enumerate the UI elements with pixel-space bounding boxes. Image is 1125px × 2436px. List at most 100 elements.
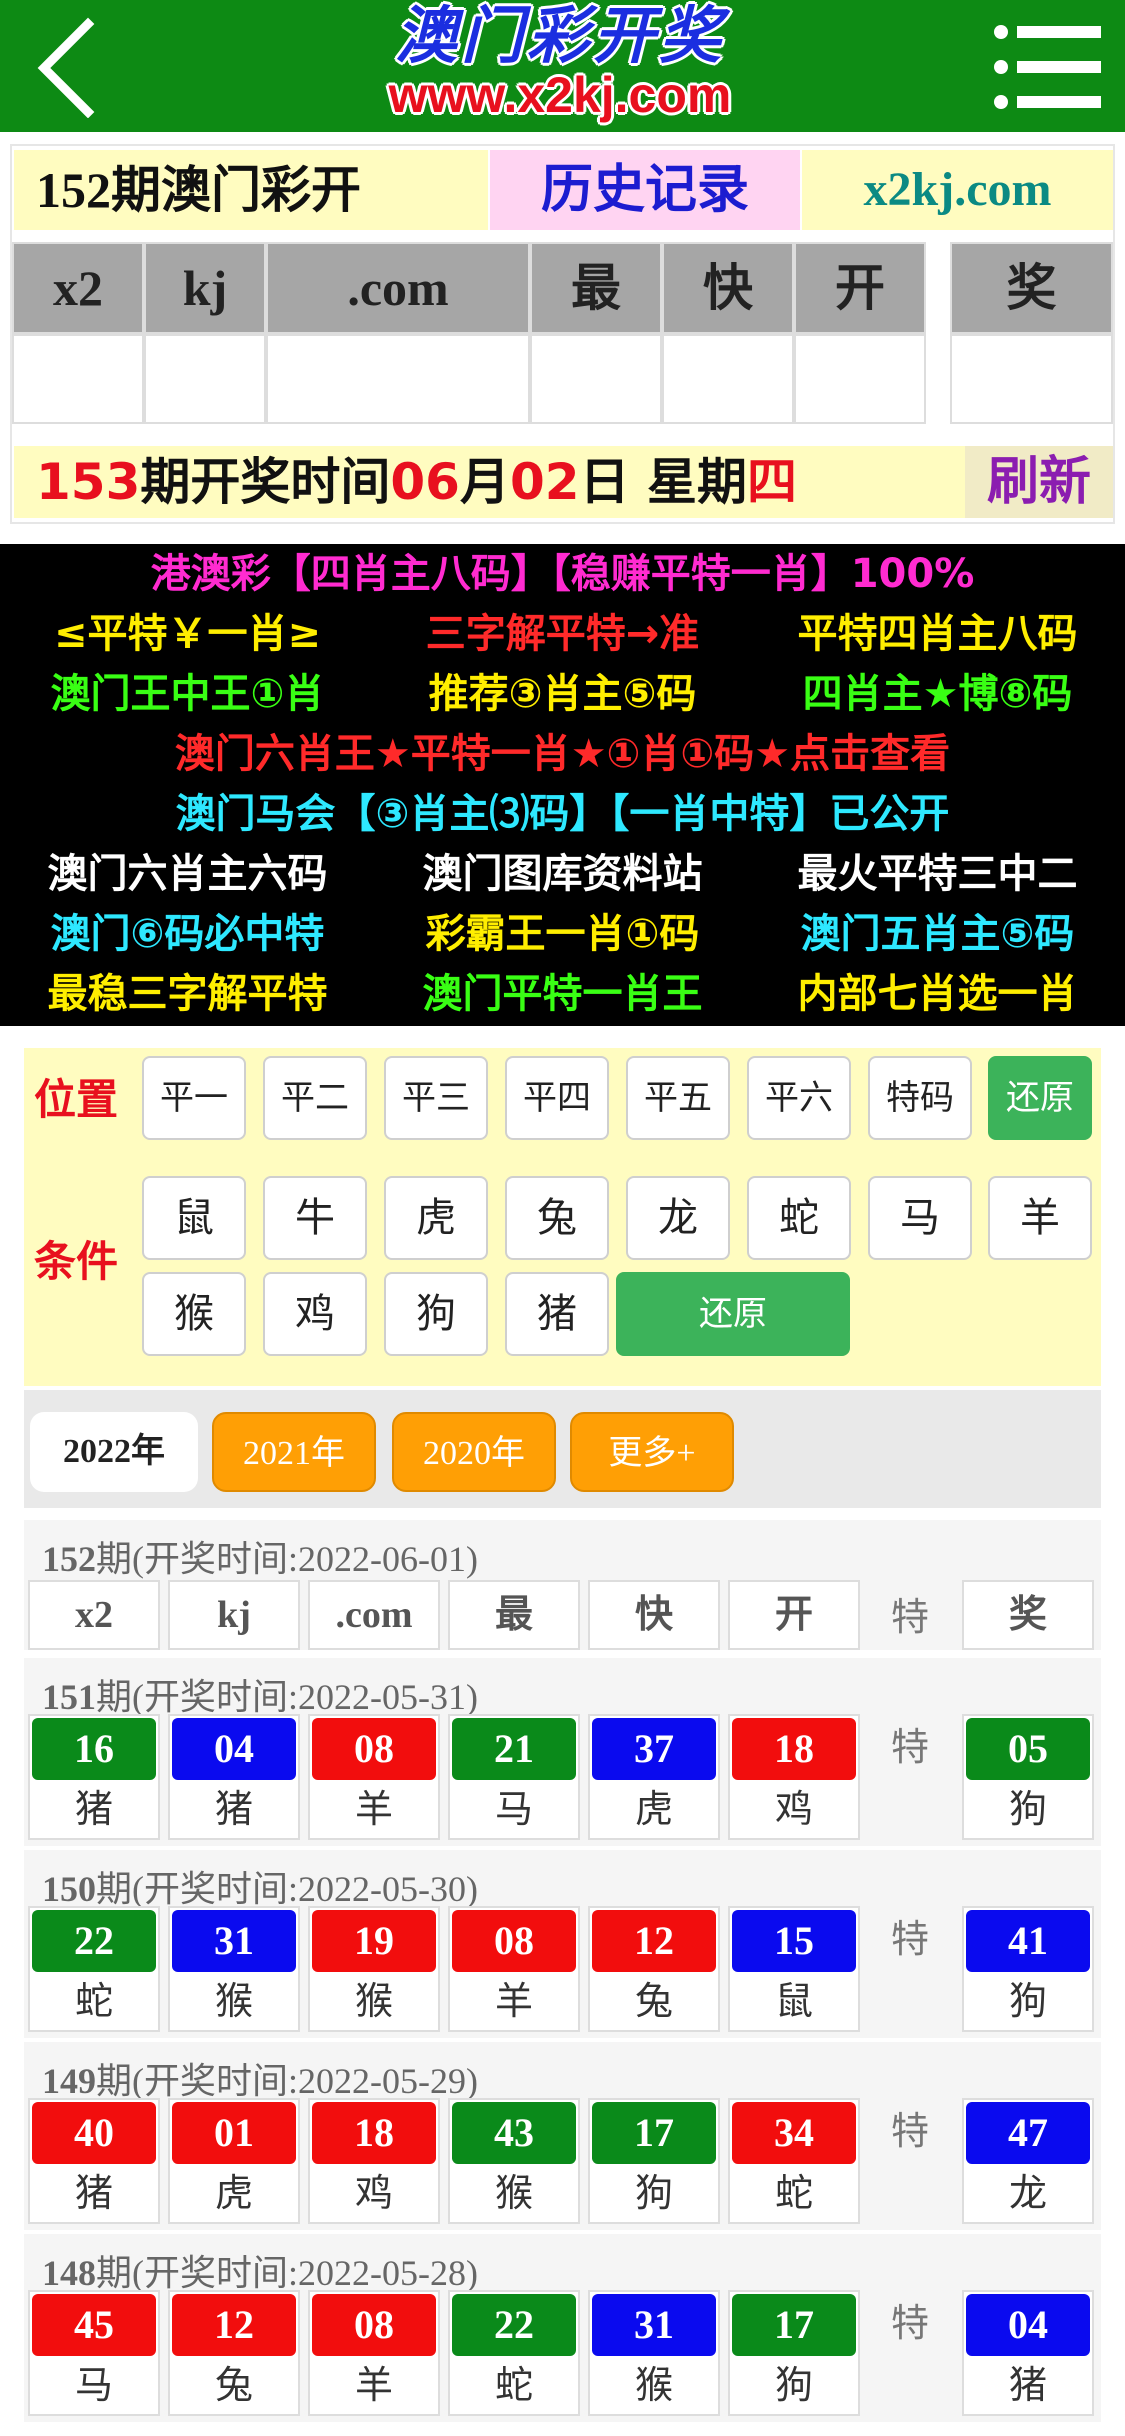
draw-record-title: 149期(开奖时间:2022-05-29) — [42, 2052, 478, 2104]
promo-link[interactable]: 澳门五肖主⑤码 — [750, 904, 1125, 964]
promo-link[interactable]: ≤平特￥一肖≥ — [0, 604, 375, 664]
promo-link[interactable]: 彩霸王一肖①码 — [375, 904, 750, 964]
position-reset-button[interactable]: 还原 — [988, 1056, 1092, 1140]
position-button[interactable]: 平三 — [384, 1056, 488, 1140]
draw-record-title: 148期(开奖时间:2022-05-28) — [42, 2244, 478, 2296]
tab-2021[interactable]: 2021年 — [212, 1412, 376, 1492]
draw-record: 150期(开奖时间:2022-05-30) 22 蛇 31 猴 19 猴 08 羊 12 兔 15 鼠 特… — [24, 1850, 1101, 2038]
zodiac-button[interactable]: 狗 — [384, 1272, 488, 1356]
zodiac-animal: 兔 — [214, 2363, 253, 2407]
zodiac-animal: 狗 — [1008, 1787, 1047, 1831]
position-button[interactable]: 平六 — [747, 1056, 851, 1140]
zodiac-animal: 猴 — [354, 1979, 393, 2023]
promo-link[interactable]: 澳门⑥码必中特 — [0, 904, 375, 964]
ball-cell: 22 蛇 — [28, 1906, 160, 2032]
number-ball: 22 — [32, 1910, 156, 1972]
promo-link[interactable]: 澳门平特一肖王 — [375, 964, 750, 1024]
zodiac-button[interactable]: 蛇 — [747, 1176, 851, 1260]
zodiac-button[interactable]: 鸡 — [263, 1272, 367, 1356]
zodiac-animal: 马 — [74, 2363, 113, 2407]
zodiac-animal: 鼠 — [774, 1979, 813, 2023]
number-ball: 21 — [452, 1718, 576, 1780]
zodiac-button[interactable]: 猴 — [142, 1272, 246, 1356]
zodiac-button[interactable]: 兔 — [505, 1176, 609, 1260]
number-ball: 19 — [312, 1910, 436, 1972]
ball-slot — [266, 334, 530, 424]
zodiac-animal: 猪 — [214, 1787, 253, 1831]
site-link[interactable]: x2kj.com — [802, 150, 1113, 230]
zodiac-button[interactable]: 牛 — [263, 1176, 367, 1260]
number-ball: 04 — [172, 1718, 296, 1780]
promo-link[interactable]: 内部七肖选一肖 — [750, 964, 1125, 1024]
ball-header: 开 — [794, 242, 926, 334]
ball-cell: 08 羊 — [308, 2290, 440, 2416]
draw-record-title: 152期(开奖时间:2022-06-01) — [42, 1530, 478, 1582]
zodiac-button[interactable]: 鼠 — [142, 1176, 246, 1260]
promo-link[interactable]: 澳门六肖王★平特一肖★①肖①码★点击查看 — [0, 724, 1125, 784]
result-title-row: 152期澳门彩开 历史记录 x2kj.com — [14, 150, 1113, 230]
promo-link[interactable]: 最火平特三中二 — [750, 844, 1125, 904]
ball-header: 快 — [662, 242, 794, 334]
promo-link[interactable]: 澳门马会【③肖主⑶码】【一肖中特】已公开 — [0, 784, 1125, 844]
promo-link[interactable]: 澳门六肖主六码 — [0, 844, 375, 904]
promo-link[interactable]: 平特四肖主八码 — [750, 604, 1125, 664]
promo-link[interactable]: 最稳三字解平特 — [0, 964, 375, 1024]
zodiac-button[interactable]: 虎 — [384, 1176, 488, 1260]
next-issue: 153 — [36, 453, 141, 511]
draw-issue: 152 — [42, 1539, 96, 1579]
tab-2022[interactable]: 2022年 — [30, 1412, 198, 1492]
column-header: 最 — [448, 1580, 580, 1650]
position-button[interactable]: 平一 — [142, 1056, 246, 1140]
number-ball: 08 — [312, 2294, 436, 2356]
number-ball: 17 — [732, 2294, 856, 2356]
number-ball: 22 — [452, 2294, 576, 2356]
ball-slot — [144, 334, 266, 424]
special-label: 特 — [890, 1595, 929, 1639]
ball-cell: 18 鸡 — [728, 1714, 860, 1840]
history-link[interactable]: 历史记录 — [490, 150, 800, 230]
position-button[interactable]: 平四 — [505, 1056, 609, 1140]
promo-link[interactable]: 港澳彩【四肖主八码】【稳赚平特一肖】100% — [0, 544, 1125, 604]
latest-result-panel: 152期澳门彩开 历史记录 x2kj.com x2 kj .com 最 快 开 … — [10, 144, 1115, 524]
condition-reset-button[interactable]: 还原 — [616, 1272, 850, 1356]
ball-slot — [12, 334, 144, 424]
column-header: .com — [308, 1580, 440, 1650]
zodiac-button[interactable]: 龙 — [626, 1176, 730, 1260]
back-arrow-icon[interactable] — [28, 14, 108, 119]
tab-2020[interactable]: 2020年 — [392, 1412, 556, 1492]
number-ball: 17 — [592, 2102, 716, 2164]
promo-link[interactable]: 四肖主★博⑧码 — [750, 664, 1125, 724]
zodiac-button[interactable]: 羊 — [988, 1176, 1092, 1260]
promo-link[interactable]: 推荐③肖主⑤码 — [375, 664, 750, 724]
promo-link[interactable]: 三字解平特→准 — [375, 604, 750, 664]
position-button[interactable]: 平二 — [263, 1056, 367, 1140]
ball-slot — [662, 334, 794, 424]
column-header: 快 — [588, 1580, 720, 1650]
year-tabs: 2022年 2021年 2020年 更多+ — [24, 1390, 1101, 1508]
condition-label: 条件 — [34, 1237, 119, 1286]
number-ball: 15 — [732, 1910, 856, 1972]
zodiac-button[interactable]: 马 — [868, 1176, 972, 1260]
tab-more[interactable]: 更多+ — [570, 1412, 734, 1492]
filter-panel: 位置 条件 平一 平二 平三 平四 平五 平六 特码 还原 鼠 牛 虎 兔 龙 … — [24, 1048, 1101, 1386]
position-button[interactable]: 特码 — [868, 1056, 972, 1140]
ball-cell: 16 猪 — [28, 1714, 160, 1840]
zodiac-animal: 鸡 — [354, 2171, 393, 2215]
ball-cell: 01 虎 — [168, 2098, 300, 2224]
refresh-button[interactable]: 刷新 — [965, 446, 1113, 518]
zodiac-animal: 羊 — [354, 2363, 393, 2407]
zodiac-button[interactable]: 猪 — [505, 1272, 609, 1356]
number-ball: 18 — [732, 1718, 856, 1780]
promo-link[interactable]: 澳门王中王①肖 — [0, 664, 375, 724]
menu-icon[interactable] — [993, 22, 1103, 112]
column-header: x2 — [28, 1580, 160, 1650]
position-button[interactable]: 平五 — [626, 1056, 730, 1140]
promo-link[interactable]: 澳门图库资料站 — [375, 844, 750, 904]
number-ball: 31 — [592, 2294, 716, 2356]
zodiac-animal: 猪 — [74, 1787, 113, 1831]
zodiac-animal: 鸡 — [774, 1787, 813, 1831]
ball-cell: 31 猴 — [168, 1906, 300, 2032]
ball-cell: 17 狗 — [588, 2098, 720, 2224]
brand-logo[interactable]: 澳门彩开奖 www.x2kj.com — [360, 4, 760, 128]
number-ball: 08 — [312, 1718, 436, 1780]
